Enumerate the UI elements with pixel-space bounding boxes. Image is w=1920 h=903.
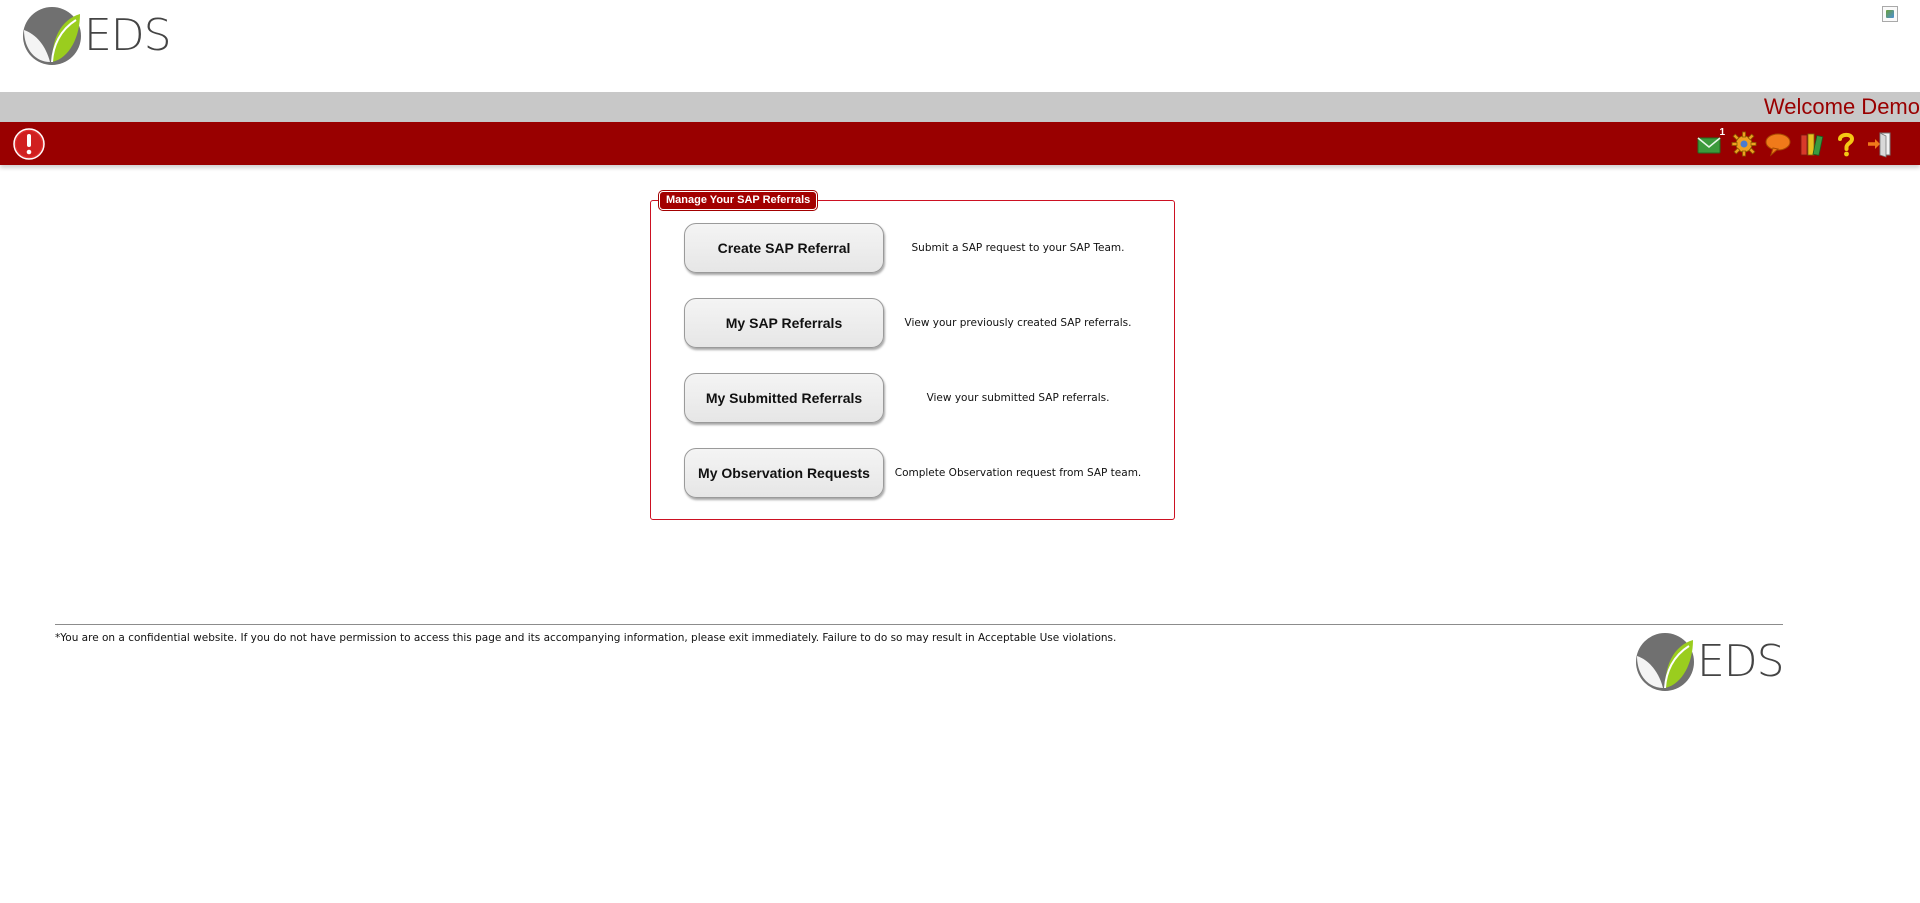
broken-image-icon [1882, 6, 1898, 22]
exclamation-alert-icon[interactable] [12, 127, 46, 161]
eds-leaf-logo-icon [1636, 633, 1694, 691]
create-sap-referral-description: Submit a SAP request to your SAP Team. [911, 242, 1125, 254]
panel-legend: Manage Your SAP Referrals [659, 191, 818, 210]
my-submitted-referrals-button[interactable]: My Submitted Referrals [684, 373, 884, 423]
footer-disclaimer: *You are on a confidential website. If y… [55, 632, 1117, 644]
welcome-bar: Welcome Demo [0, 92, 1920, 122]
action-row-observation: My Observation Requests Complete Observa… [684, 448, 1144, 498]
logout-icon[interactable] [1866, 130, 1894, 158]
my-observation-requests-button[interactable]: My Observation Requests [684, 448, 884, 498]
toolbar-icon-group: 1 [1696, 127, 1894, 158]
my-sap-referrals-button[interactable]: My SAP Referrals [684, 298, 884, 348]
my-sap-referrals-description: View your previously created SAP referra… [904, 317, 1132, 329]
action-row-submitted: My Submitted Referrals View your submitt… [684, 373, 1144, 423]
footer-logo-text: EDS [1697, 636, 1785, 687]
action-row-create: Create SAP Referral Submit a SAP request… [684, 223, 1144, 273]
action-row-my-referrals: My SAP Referrals View your previously cr… [684, 298, 1144, 348]
footer-eds-logo: EDS [1635, 632, 1785, 692]
mail-count-badge: 1 [1719, 127, 1725, 138]
main-toolbar: 1 [0, 122, 1920, 165]
sap-referrals-panel: Manage Your SAP Referrals Create SAP Ref… [650, 191, 1175, 520]
gear-icon[interactable] [1730, 130, 1758, 158]
eds-logo[interactable]: EDS [22, 6, 172, 66]
logo-text: EDS [84, 10, 172, 61]
create-sap-referral-button[interactable]: Create SAP Referral [684, 223, 884, 273]
chat-bubble-icon[interactable] [1764, 130, 1792, 158]
footer-divider [55, 624, 1783, 625]
my-submitted-referrals-description: View your submitted SAP referrals. [926, 392, 1110, 404]
mail-icon[interactable]: 1 [1696, 127, 1725, 158]
top-header: EDS [0, 0, 1920, 92]
help-icon[interactable] [1832, 130, 1860, 158]
my-observation-requests-description: Complete Observation request from SAP te… [894, 467, 1142, 479]
books-icon[interactable] [1798, 130, 1826, 158]
eds-leaf-logo-icon [23, 7, 81, 65]
welcome-text: Welcome Demo [1763, 94, 1920, 119]
